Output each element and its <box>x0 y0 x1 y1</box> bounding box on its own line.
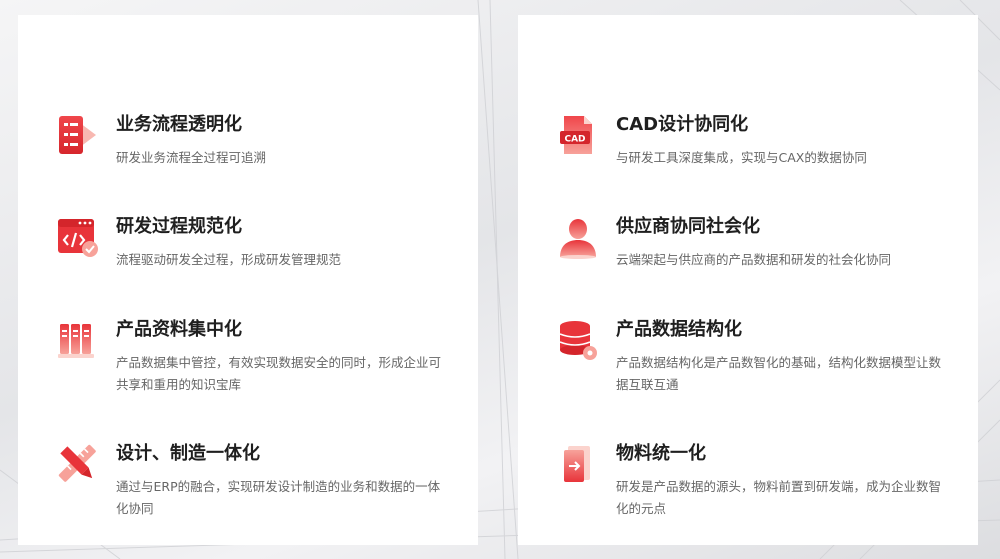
feature-title: 产品数据结构化 <box>616 319 742 340</box>
feature-title: 研发过程规范化 <box>116 216 242 237</box>
feature-title: CAD设计协同化 <box>616 114 749 135</box>
cad-file-icon: CAD <box>556 113 600 157</box>
supplier-user-icon <box>556 215 600 259</box>
feature-title: 物料统一化 <box>616 443 706 464</box>
feature-description: 产品数据集中管控，有效实现数据安全的同时，形成企业可共享和重用的知识宝库 <box>116 355 442 392</box>
cad-icon-label: CAD <box>564 135 585 145</box>
ruler-pencil-icon <box>56 442 100 486</box>
left-feature-panel: 业务流程透明化 研发业务流程全过程可追溯 研发过程规范化 流程驱动研发全过程，形… <box>18 15 478 545</box>
process-flow-icon <box>56 113 100 157</box>
feature-title: 供应商协同社会化 <box>616 216 760 237</box>
feature-description: 产品数据结构化是产品数智化的基础，结构化数据模型让数据互联互通 <box>616 355 942 392</box>
material-door-icon <box>556 442 600 486</box>
database-icon <box>556 318 600 362</box>
document-stack-icon <box>56 318 100 362</box>
feature-description: 通过与ERP的融合，实现研发设计制造的业务和数据的一体化协同 <box>116 479 441 516</box>
right-feature-panel: CAD CAD设计协同化 与研发工具深度集成，实现与CAX的数据协同 供应商协同… <box>518 15 978 545</box>
feature-description: 研发是产品数据的源头，物料前置到研发端，成为企业数智化的元点 <box>616 479 942 516</box>
feature-description: 研发业务流程全过程可追溯 <box>116 150 267 165</box>
feature-title: 产品资料集中化 <box>116 319 242 340</box>
feature-title: 业务流程透明化 <box>116 114 242 135</box>
feature-title: 设计、制造一体化 <box>116 443 260 464</box>
feature-description: 与研发工具深度集成，实现与CAX的数据协同 <box>616 150 867 165</box>
feature-description: 云端架起与供应商的产品数据和研发的社会化协同 <box>616 252 892 267</box>
feature-description: 流程驱动研发全过程，形成研发管理规范 <box>116 252 342 267</box>
code-window-icon <box>56 215 100 259</box>
